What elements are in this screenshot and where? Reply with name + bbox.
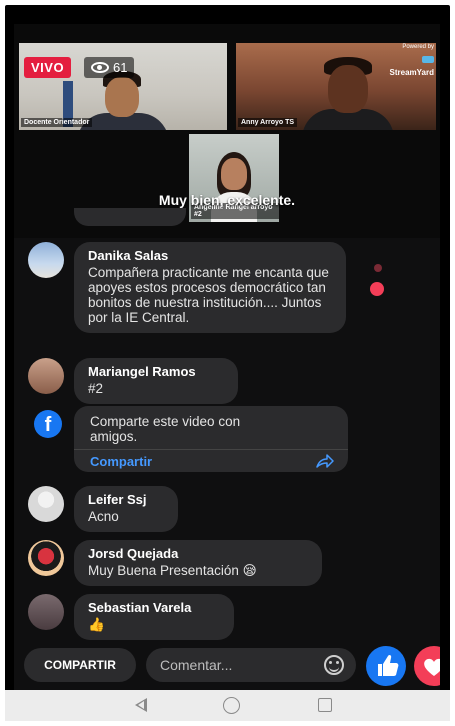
- comment-bubble[interactable]: Leifer Ssj Acno: [74, 486, 178, 532]
- comment-text: Muy Buena Presentación 😪: [88, 563, 257, 578]
- comment-author[interactable]: Mariangel Ramos: [88, 364, 224, 379]
- live-video[interactable]: Docente Orientador Anny Arroyo TS Angeli…: [14, 24, 440, 238]
- love-button[interactable]: [414, 646, 440, 686]
- viewer-count: 61: [84, 57, 135, 78]
- home-icon[interactable]: [223, 697, 240, 714]
- share-card: Comparte este video con amigos. Comparti…: [74, 406, 348, 472]
- comment-text: 👍: [88, 617, 105, 632]
- comment-author[interactable]: Jorsd Quejada: [88, 546, 308, 561]
- tile-name: Anny Arroyo TS: [238, 118, 298, 127]
- share-link[interactable]: Compartir: [90, 454, 152, 469]
- comment-text: Compañera practicante me encanta que apo…: [88, 265, 329, 325]
- participant-head: [221, 158, 247, 190]
- avatar[interactable]: [28, 540, 64, 576]
- previous-comment-bubble: [74, 208, 186, 226]
- comment-text: #2: [88, 381, 104, 396]
- eye-icon: [91, 62, 109, 73]
- comment-placeholder: Comentar...: [160, 657, 233, 673]
- bottom-action-bar: COMPARTIR Comentar...: [14, 642, 440, 690]
- android-nav-bar: [5, 690, 450, 721]
- like-button[interactable]: [366, 646, 406, 686]
- facebook-logo-icon: f: [34, 410, 62, 438]
- floating-reaction: [374, 264, 382, 272]
- emoji-icon[interactable]: [324, 655, 344, 675]
- video-tile-angeline[interactable]: Angeline Rangel arroyo #2: [189, 134, 279, 222]
- comment-input[interactable]: Comentar...: [146, 648, 356, 682]
- love-icon: [424, 658, 440, 676]
- comment-bubble[interactable]: Jorsd Quejada Muy Buena Presentación 😪: [74, 540, 322, 586]
- like-icon: [378, 654, 399, 676]
- comment-bubble[interactable]: Danika Salas Compañera practicante me en…: [74, 242, 346, 333]
- live-badge: VIVO: [24, 57, 72, 78]
- tile-name: Docente Orientador: [21, 118, 93, 127]
- streamyard-brand: StreamYard: [389, 68, 434, 77]
- back-icon[interactable]: [135, 698, 147, 712]
- comment-bubble[interactable]: Sebastian Varela 👍: [74, 594, 234, 640]
- love-reaction-icon: [370, 282, 384, 296]
- share-card-text: Comparte este video con amigos.: [90, 414, 241, 444]
- comment-author[interactable]: Sebastian Varela: [88, 600, 220, 615]
- comment-text: Acno: [88, 509, 119, 524]
- avatar[interactable]: [28, 242, 64, 278]
- share-arrow-icon[interactable]: [316, 454, 334, 468]
- viewer-count-value: 61: [113, 60, 128, 75]
- share-button[interactable]: COMPARTIR: [24, 648, 136, 682]
- comment-author[interactable]: Danika Salas: [88, 248, 332, 263]
- streamyard-watermark: Powered by StreamYard: [390, 44, 434, 77]
- streamyard-icon: [422, 56, 434, 63]
- comment-author[interactable]: Leifer Ssj: [88, 492, 164, 507]
- participant-head: [105, 77, 139, 117]
- avatar[interactable]: [28, 486, 64, 522]
- avatar[interactable]: [28, 358, 64, 394]
- participant-head: [328, 65, 368, 113]
- video-caption: Muy bien, excelente.: [158, 192, 296, 208]
- recent-apps-icon[interactable]: [318, 698, 332, 712]
- share-card-divider: [74, 449, 348, 450]
- comment-bubble[interactable]: Mariangel Ramos #2: [74, 358, 238, 404]
- screen: Docente Orientador Anny Arroyo TS Angeli…: [14, 24, 440, 690]
- avatar[interactable]: [28, 594, 64, 630]
